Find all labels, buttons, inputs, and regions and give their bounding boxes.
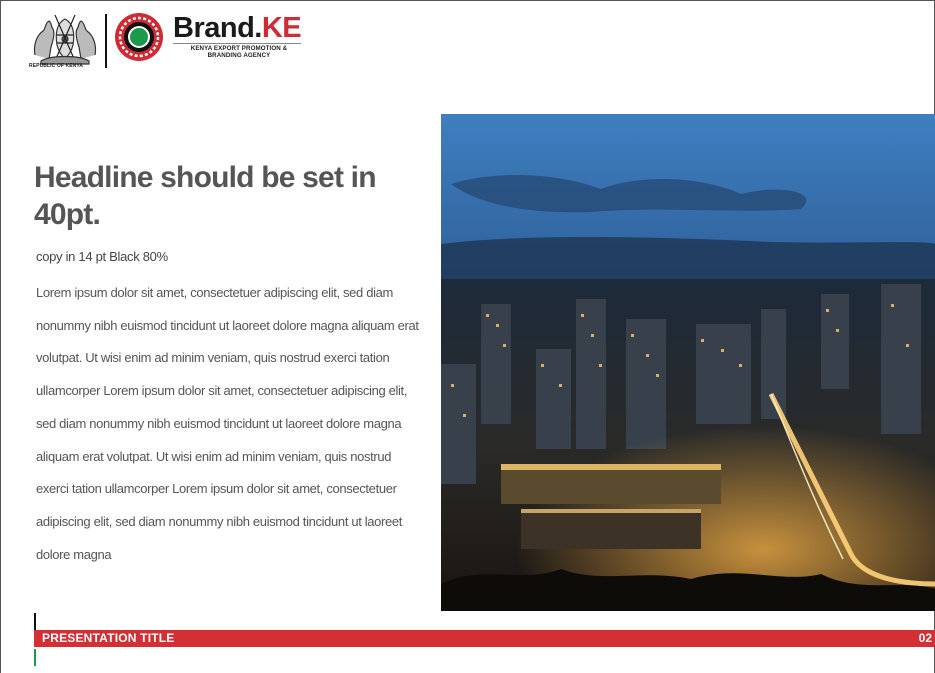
coat-caption: REPUBLIC OF KENYA bbox=[29, 63, 84, 69]
brand-name-accent: KE bbox=[261, 12, 302, 44]
city-night-photo bbox=[441, 114, 935, 611]
logo-divider bbox=[105, 14, 107, 68]
body-copy: Lorem ipsum dolor sit amet, consectetuer… bbox=[36, 285, 419, 562]
brand-name: Brand.KE bbox=[173, 12, 302, 44]
copy-spec-note: copy in 14 pt Black 80% bbox=[36, 249, 168, 264]
brand-underline bbox=[173, 43, 301, 44]
footer-mark-green bbox=[34, 649, 36, 666]
brand-tagline: KENYA EXPORT PROMOTION & BRANDING AGENCY bbox=[190, 45, 288, 59]
page-number: 02 bbox=[918, 631, 932, 645]
coat-of-arms-icon bbox=[33, 14, 97, 65]
slide: REPUBLIC OF KENYA Brand.KE KENYA EXPORT … bbox=[0, 0, 935, 673]
brand-emblem-icon bbox=[115, 13, 163, 61]
footer-bar: PRESENTATION TITLE 02 bbox=[34, 630, 935, 647]
presentation-title: PRESENTATION TITLE bbox=[42, 631, 175, 645]
brand-name-main: Brand. bbox=[173, 12, 262, 44]
footer-mark-black bbox=[34, 613, 36, 630]
headline: Headline should be set in 40pt. bbox=[34, 161, 377, 231]
